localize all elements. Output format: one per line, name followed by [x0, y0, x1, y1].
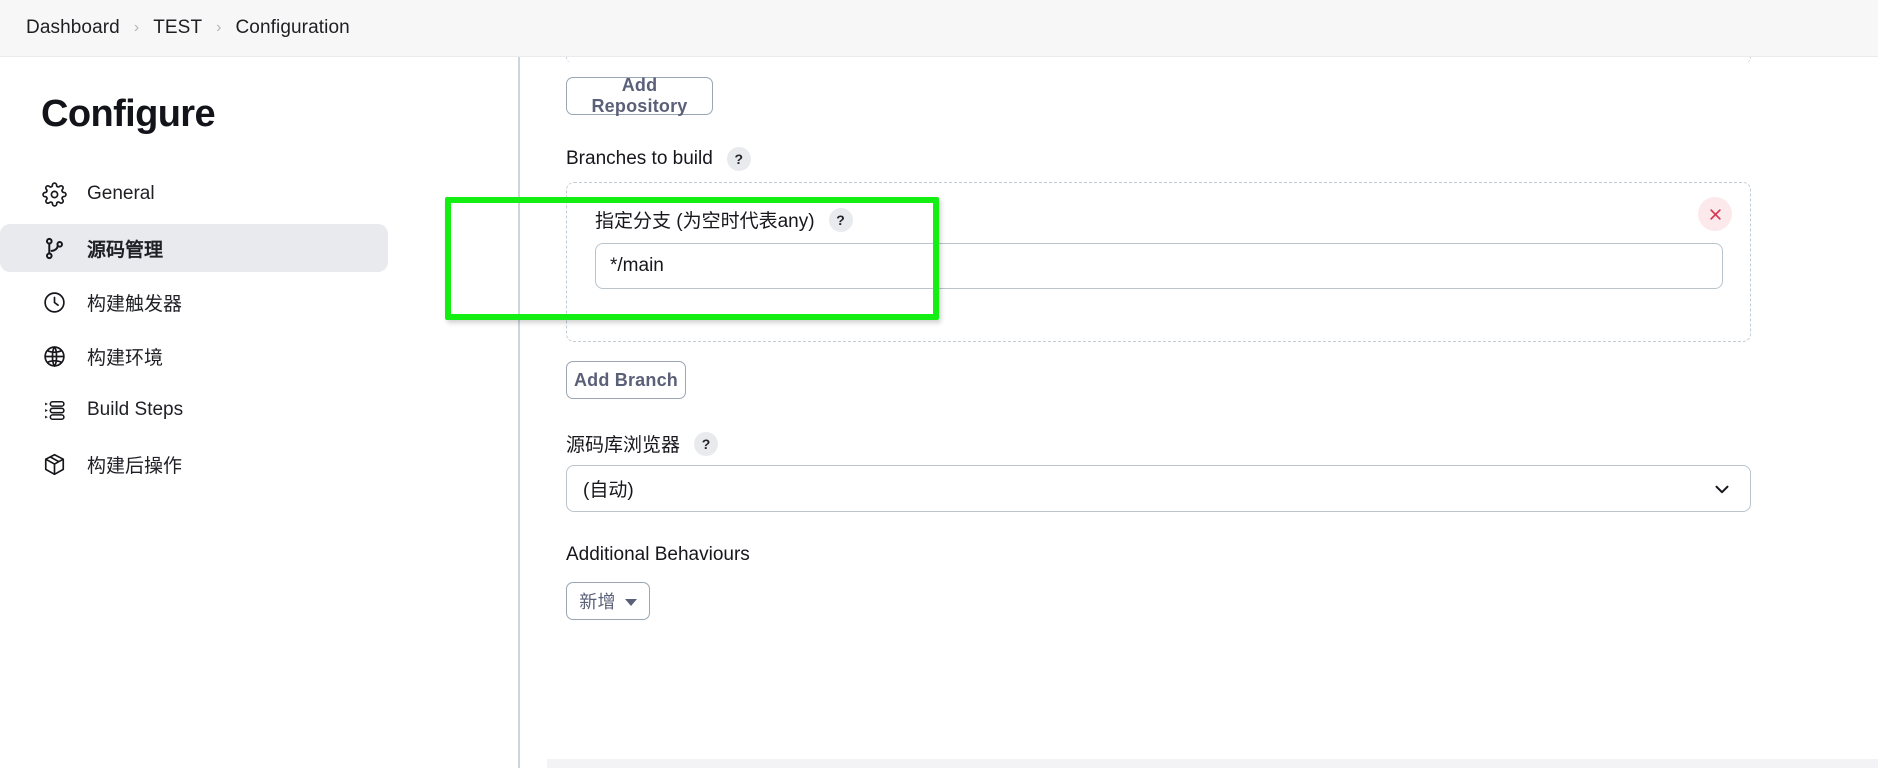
- sidebar-item-label: 构建后操作: [87, 455, 183, 477]
- sidebar-item-build-environment[interactable]: 构建环境: [0, 332, 388, 380]
- configure-page: Dashboard › TEST › Configuration Configu…: [0, 0, 1878, 768]
- branch-row: 指定分支 (为空时代表any) ?: [567, 183, 1750, 341]
- breadcrumb: Dashboard › TEST › Configuration: [0, 0, 1878, 57]
- git-branch-icon: [41, 235, 67, 261]
- repository-block-stub: [566, 57, 1751, 63]
- branches-to-build-text: Branches to build: [566, 148, 713, 169]
- breadcrumb-separator-icon: ›: [216, 19, 222, 36]
- clock-icon: [41, 289, 67, 315]
- main-content: Add Repository Branches to build ? 指定分支 …: [518, 57, 1878, 768]
- additional-behaviours-label: Additional Behaviours: [566, 544, 750, 565]
- sidebar-item-label: 构建触发器: [87, 293, 183, 315]
- repository-browser-select[interactable]: (自动): [566, 465, 1751, 512]
- repository-browser-text: 源码库浏览器: [566, 435, 681, 456]
- breadcrumb-item-dashboard[interactable]: Dashboard: [26, 17, 120, 39]
- branches-to-build-label: Branches to build ?: [566, 147, 751, 171]
- repository-browser-label: 源码库浏览器 ?: [566, 430, 719, 457]
- repository-browser-select-value[interactable]: (自动): [566, 465, 1751, 512]
- sidebar-item-build-steps[interactable]: Build Steps: [0, 386, 388, 434]
- bottom-strip: [547, 759, 1878, 768]
- page-title: Configure: [41, 93, 216, 135]
- add-branch-button[interactable]: Add Branch: [566, 361, 686, 399]
- add-repository-button[interactable]: Add Repository: [566, 75, 713, 116]
- package-icon: [41, 451, 67, 477]
- sidebar-item-source-management[interactable]: 源码管理: [0, 224, 388, 272]
- help-icon[interactable]: ?: [694, 431, 719, 456]
- help-icon[interactable]: ?: [828, 207, 853, 232]
- sidebar-item-label: General: [87, 183, 155, 204]
- caret-down-icon: [624, 598, 637, 606]
- branch-specifier-text: 指定分支 (为空时代表any): [595, 211, 815, 232]
- sidebar-item-build-triggers[interactable]: 构建触发器: [0, 278, 388, 326]
- list-steps-icon: [41, 397, 67, 423]
- gear-icon: [41, 181, 67, 207]
- branch-specifier-label: 指定分支 (为空时代表any) ?: [595, 206, 853, 233]
- breadcrumb-item-configuration[interactable]: Configuration: [235, 17, 349, 39]
- delete-branch-button[interactable]: [1698, 197, 1732, 231]
- help-icon[interactable]: ?: [726, 147, 751, 171]
- sidebar: Configure General 源码管理 构建触发器 构建环境 Build …: [0, 57, 518, 768]
- breadcrumb-separator-icon: ›: [133, 19, 140, 36]
- add-behaviour-button[interactable]: 新增: [566, 582, 650, 620]
- globe-icon: [41, 343, 67, 369]
- sidebar-item-post-build-actions[interactable]: 构建后操作: [0, 440, 388, 488]
- sidebar-item-label: 构建环境: [87, 347, 164, 369]
- sidebar-item-label: 源码管理: [87, 239, 164, 261]
- sidebar-nav: General 源码管理 构建触发器 构建环境 Build Steps 构建后操…: [0, 170, 518, 488]
- branch-specifier-input[interactable]: [595, 243, 1723, 289]
- sidebar-item-label: Build Steps: [87, 399, 184, 420]
- sidebar-item-general[interactable]: General: [0, 170, 388, 218]
- close-icon: [1708, 207, 1723, 222]
- branch-repeater-block: 指定分支 (为空时代表any) ?: [566, 182, 1751, 342]
- add-behaviour-label: 新增: [579, 592, 616, 612]
- breadcrumb-item-test[interactable]: TEST: [153, 17, 202, 39]
